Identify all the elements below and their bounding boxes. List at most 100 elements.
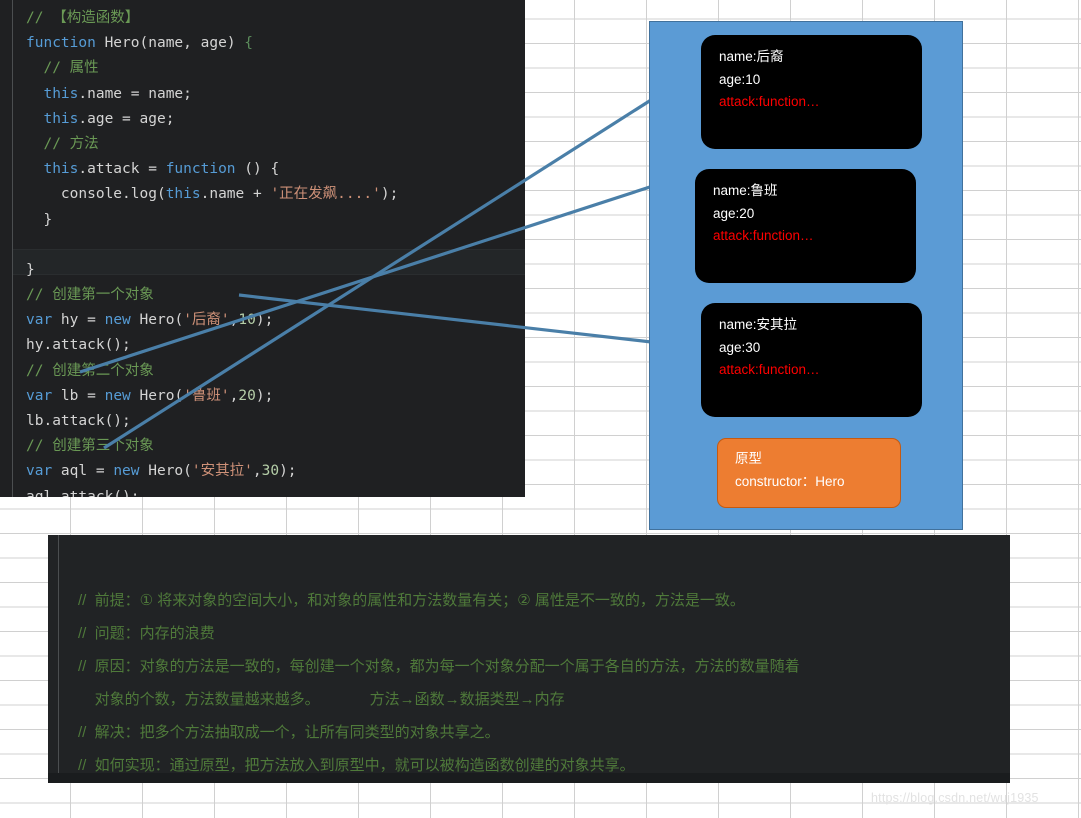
code-token: '后裔' bbox=[183, 312, 230, 329]
notes-gutter-divider bbox=[58, 535, 59, 783]
code-line-18: // 创建第三个对象 bbox=[26, 434, 525, 459]
code-token: .name + bbox=[200, 186, 271, 203]
code-lines[interactable]: // 【构造函数】 function Hero(name, age) { // 属… bbox=[26, 6, 525, 497]
code-line-6: // 方法 bbox=[26, 132, 525, 157]
code-token: // 属性 bbox=[43, 60, 99, 77]
code-token: // 创建第二个对象 bbox=[26, 362, 154, 379]
code-token: ); bbox=[255, 312, 274, 329]
code-line-17: lb.attack(); bbox=[26, 409, 525, 434]
code-token: 10 bbox=[238, 312, 256, 329]
code-line-14: hy.attack(); bbox=[26, 333, 525, 358]
code-line-15: // 创建第二个对象 bbox=[26, 359, 525, 384]
memory-panel: name:后裔 age:10 attack:function… name:鲁班 … bbox=[649, 21, 963, 530]
object-2-name-row: name:鲁班 bbox=[713, 183, 778, 198]
code-line-2: function Hero(name, age) { bbox=[26, 31, 525, 56]
code-token: var bbox=[26, 387, 53, 404]
notes-bottom-strip bbox=[48, 773, 1010, 783]
code-line-3: // 属性 bbox=[26, 56, 525, 81]
code-line-8: console.log(this.name + '正在发飙....'); bbox=[26, 182, 525, 207]
note-line-2: // 问题：内存的浪费 bbox=[78, 625, 215, 642]
code-line-19: var aql = new Hero('安其拉',30); bbox=[26, 459, 525, 484]
code-token: name, age bbox=[148, 35, 227, 52]
object-1-attack-row: attack:function… bbox=[719, 94, 820, 109]
code-token: Hero( bbox=[130, 312, 184, 329]
code-token: Hero( bbox=[130, 387, 184, 404]
code-token: ) bbox=[226, 35, 245, 52]
watermark-text: https://blog.csdn.net/wuj1935 bbox=[871, 791, 1039, 805]
object-2-age-row: age:20 bbox=[713, 205, 755, 221]
note-line-5: // 解决：把多个方法抽取成一个，让所有同类型的对象共享之。 bbox=[78, 724, 500, 741]
object-2-attack-row: attack:function… bbox=[713, 228, 814, 243]
code-token: { bbox=[244, 35, 254, 52]
code-token: ); bbox=[279, 463, 297, 480]
code-token: } bbox=[26, 261, 35, 278]
code-token: new bbox=[104, 387, 131, 404]
code-token: console.log( bbox=[26, 186, 166, 203]
notes-panel: // 前提：① 将来对象的空间大小，和对象的属性和方法数量有关；② 属性是不一致… bbox=[48, 535, 1010, 783]
code-token: '正在发飙....' bbox=[270, 186, 381, 203]
note-line-4: 对象的个数，方法数量越来越多。 方法→函数→数据类型→内存 bbox=[78, 691, 565, 708]
object-box-1: name:后裔 age:10 attack:function… bbox=[701, 35, 922, 149]
code-token: () { bbox=[235, 161, 280, 178]
code-token: var bbox=[26, 463, 53, 480]
code-line-12: // 创建第一个对象 bbox=[26, 283, 525, 308]
code-token: .attack = bbox=[78, 161, 166, 178]
code-token: ); bbox=[255, 387, 274, 404]
code-token: function bbox=[26, 35, 105, 52]
code-token: this bbox=[43, 110, 79, 127]
code-line-13: var hy = new Hero('后裔',10); bbox=[26, 308, 525, 333]
note-line-3: // 原因：对象的方法是一致的，每创建一个对象，都为每一个对象分配一个属于各自的… bbox=[78, 658, 800, 675]
prototype-box: 原型 constructor：Hero bbox=[717, 438, 901, 508]
code-token: this bbox=[43, 85, 79, 102]
prototype-title: 原型 bbox=[735, 451, 762, 466]
code-token: // 【构造函数】 bbox=[26, 10, 140, 26]
code-token: new bbox=[113, 463, 140, 480]
code-line-1: // 【构造函数】 bbox=[26, 6, 525, 31]
object-box-2: name:鲁班 age:20 attack:function… bbox=[695, 169, 916, 283]
code-line-5: this.age = age; bbox=[26, 107, 525, 132]
code-token: 30 bbox=[261, 463, 280, 480]
code-token: hy.attack(); bbox=[26, 337, 131, 354]
code-token: // 创建第一个对象 bbox=[26, 287, 154, 304]
code-token: .name = name; bbox=[78, 85, 192, 102]
code-line-9: } bbox=[26, 208, 525, 233]
code-token: function bbox=[165, 161, 236, 178]
object-box-3: name:安其拉 age:30 attack:function… bbox=[701, 303, 922, 417]
object-1-name-row: name:后裔 bbox=[719, 49, 784, 64]
code-token: hy = bbox=[52, 312, 105, 329]
object-3-name-row: name:安其拉 bbox=[719, 317, 798, 332]
object-3-age-row: age:30 bbox=[719, 339, 761, 355]
code-editor-panel: // 【构造函数】 function Hero(name, age) { // 属… bbox=[0, 0, 525, 497]
code-token: // 创建第三个对象 bbox=[26, 438, 154, 455]
code-token: 20 bbox=[238, 387, 256, 404]
code-token: aql = bbox=[52, 463, 114, 480]
notes-lines[interactable]: // 前提：① 将来对象的空间大小，和对象的属性和方法数量有关；② 属性是不一致… bbox=[78, 584, 1002, 782]
code-token: '安其拉' bbox=[191, 463, 253, 480]
code-token: new bbox=[104, 312, 131, 329]
code-token: Hero bbox=[104, 35, 140, 52]
code-line-7: this.attack = function () { bbox=[26, 157, 525, 182]
code-token: } bbox=[26, 211, 53, 228]
code-line-16: var lb = new Hero('鲁班',20); bbox=[26, 384, 525, 409]
code-token: // 方法 bbox=[43, 135, 99, 152]
code-token: ); bbox=[380, 186, 399, 203]
prototype-constructor-row: constructor：Hero bbox=[735, 474, 845, 489]
code-token: aql.attack(); bbox=[26, 488, 140, 497]
code-token: this bbox=[165, 186, 201, 203]
object-1-age-row: age:10 bbox=[719, 71, 761, 87]
code-line-11: } bbox=[26, 258, 525, 283]
code-line-20: aql.attack(); bbox=[26, 485, 525, 497]
code-token: '鲁班' bbox=[183, 387, 230, 404]
code-token: , bbox=[252, 463, 262, 480]
object-3-attack-row: attack:function… bbox=[719, 362, 820, 377]
code-token: lb = bbox=[52, 387, 105, 404]
diagram-canvas: // 【构造函数】 function Hero(name, age) { // 属… bbox=[0, 0, 1081, 818]
code-line-4: this.name = name; bbox=[26, 82, 525, 107]
code-token: this bbox=[43, 161, 79, 178]
